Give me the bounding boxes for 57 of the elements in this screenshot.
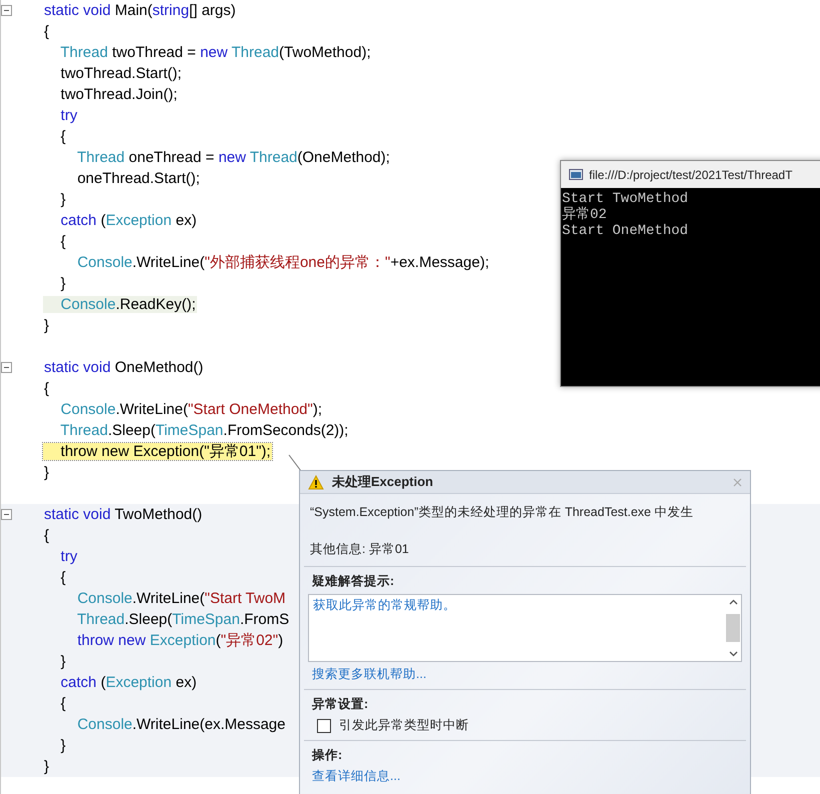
- code-line: Console.WriteLine(ex.Message: [76, 716, 286, 732]
- code-line: Console.WriteLine("Start OneMethod");: [60, 400, 324, 418]
- code-line: try: [60, 548, 78, 564]
- exception-message: “System.Exception”类型的未经处理的异常在 ThreadTest.exe 中发生: [309, 504, 694, 521]
- code-line: {: [60, 232, 67, 250]
- console-output-line: Start OneMethod: [562, 223, 690, 239]
- code-line: {: [43, 22, 50, 40]
- code-line: twoThread.Start();: [60, 64, 183, 82]
- code-line: Thread twoThread = new Thread(TwoMethod);: [59, 44, 372, 60]
- section-heading: 操作:: [312, 747, 342, 764]
- console-app-icon: [569, 169, 583, 180]
- warning-icon: [308, 474, 324, 490]
- code-line: Thread oneThread = new Thread(OneMethod);: [76, 148, 391, 166]
- code-line: try: [60, 106, 78, 124]
- code-line: }: [60, 190, 67, 208]
- code-line: Thread.Sleep(TimeSpan.FromSeconds(2));: [59, 422, 350, 438]
- collapse-icon[interactable]: [1, 509, 12, 520]
- code-line: throw new Exception("异常02"): [76, 632, 284, 649]
- section-heading: 异常设置:: [312, 696, 368, 713]
- leader-line: [288, 454, 302, 472]
- scrollbar-thumb[interactable]: [726, 614, 740, 642]
- code-line: twoThread.Join();: [60, 86, 178, 102]
- code-line: {: [43, 380, 50, 396]
- code-line: }: [43, 316, 50, 334]
- console-output-line: 异常02: [562, 207, 608, 223]
- dialog-title: 未处理Exception: [332, 473, 434, 491]
- console-output-line: Start TwoMethod: [562, 191, 690, 207]
- code-line: }: [60, 652, 67, 670]
- code-line: {: [60, 128, 67, 144]
- code-line: }: [60, 274, 67, 292]
- code-line: Console.WriteLine("外部捕获线程one的异常："+ex.Message);: [76, 254, 490, 271]
- details-link[interactable]: 查看详细信息...: [312, 768, 400, 785]
- collapse-icon[interactable]: [1, 5, 12, 16]
- code-line: catch (Exception ex): [60, 674, 198, 690]
- checkbox-label: 引发此异常类型时中断: [339, 717, 469, 734]
- collapse-icon[interactable]: [1, 362, 12, 373]
- section-heading: 疑难解答提示:: [312, 573, 394, 590]
- code-line: catch (Exception ex): [60, 212, 198, 228]
- console-title: file:///D:/project/test/2021Test/ThreadT: [589, 168, 792, 182]
- code-line: {: [43, 526, 50, 544]
- code-line: }: [43, 464, 50, 480]
- code-line: }: [43, 758, 50, 774]
- code-line: Console.WriteLine("Start TwoM: [76, 590, 287, 606]
- code-line: static void Main(string[] args): [43, 2, 237, 18]
- scroll-up-icon[interactable]: [728, 599, 738, 605]
- code-line: static void TwoMethod(): [43, 506, 204, 522]
- help-link[interactable]: 获取此异常的常规帮助。: [313, 598, 456, 612]
- scroll-down-icon[interactable]: [728, 651, 738, 657]
- additional-info: 其他信息: 异常01: [309, 541, 410, 558]
- code-line: {: [60, 694, 67, 712]
- code-line: static void OneMethod(): [43, 358, 204, 376]
- search-help-link[interactable]: 搜索更多联机帮助...: [312, 666, 426, 683]
- code-line: }: [60, 736, 67, 754]
- code-line: Thread.Sleep(TimeSpan.FromS: [76, 610, 290, 628]
- code-line: {: [60, 568, 67, 586]
- checkbox[interactable]: [317, 718, 331, 732]
- code-line: oneThread.Start();: [76, 170, 201, 186]
